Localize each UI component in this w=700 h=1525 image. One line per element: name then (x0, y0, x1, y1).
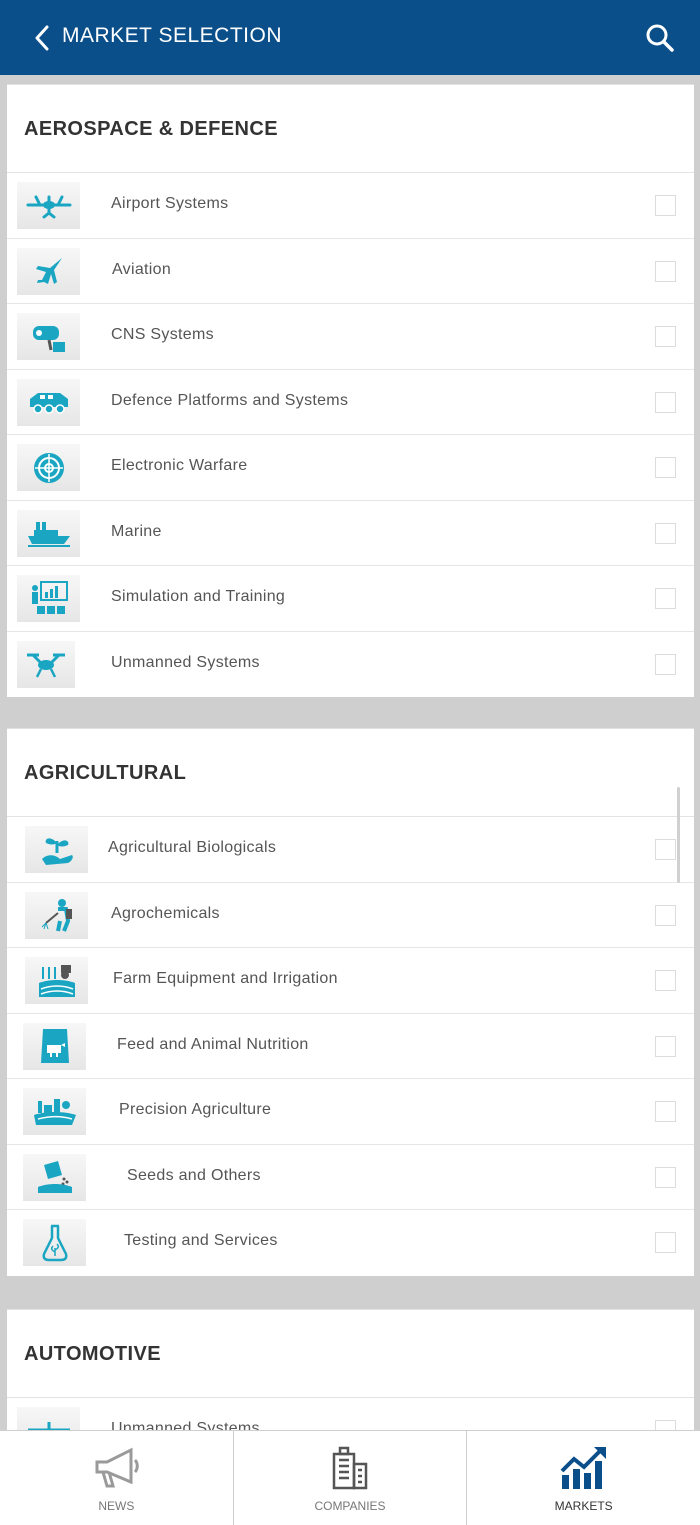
section-title: AEROSPACE & DEFENCE (24, 118, 278, 140)
market-row-testing-services[interactable]: Testing and Services (7, 1210, 694, 1276)
farm-field-icon (23, 1088, 86, 1135)
section-title: AUTOMOTIVE (24, 1343, 161, 1365)
market-row-automotive-unmanned[interactable]: Unmanned Systems (7, 1398, 694, 1430)
market-label: Seeds and Others (127, 1166, 261, 1184)
section-header: AEROSPACE & DEFENCE (7, 85, 694, 173)
market-label: Testing and Services (124, 1232, 278, 1249)
market-label: Electronic Warfare (111, 457, 248, 474)
app-bar: MARKET SELECTION (0, 0, 700, 75)
market-checkbox[interactable] (655, 522, 676, 544)
market-label: Farm Equipment and Irrigation (113, 970, 338, 987)
armored-vehicle-icon (17, 378, 80, 426)
chart-up-icon (556, 1443, 612, 1493)
scrollbar[interactable] (677, 787, 680, 883)
section-header: AUTOMOTIVE (7, 1310, 694, 1398)
building-icon (322, 1443, 378, 1493)
market-checkbox[interactable] (655, 1420, 676, 1430)
market-row-defence-platforms[interactable]: Defence Platforms and Systems (7, 370, 694, 435)
page-title: MARKET SELECTION (62, 24, 282, 47)
seeds-icon (23, 1153, 86, 1201)
market-checkbox[interactable] (655, 326, 676, 347)
market-label: Precision Agriculture (119, 1101, 272, 1118)
market-checkbox[interactable] (655, 457, 676, 478)
market-checkbox[interactable] (655, 1101, 676, 1122)
presentation-icon (17, 575, 80, 622)
market-checkbox[interactable] (655, 839, 676, 860)
market-label: Airport Systems (111, 195, 229, 212)
megaphone-icon (88, 1443, 144, 1493)
market-checkbox[interactable] (655, 970, 676, 991)
market-row-unmanned-systems[interactable]: Unmanned Systems (7, 632, 694, 698)
market-checkbox[interactable] (655, 588, 676, 609)
market-row-agricultural-biologicals[interactable]: Agricultural Biologicals (7, 817, 694, 883)
ship-icon (17, 509, 80, 557)
market-label: Aviation (112, 260, 172, 278)
radar-camera-icon (17, 313, 80, 360)
market-row-electronic-warfare[interactable]: Electronic Warfare (7, 435, 694, 501)
market-label: Marine (111, 522, 162, 540)
market-row-aviation[interactable]: Aviation (7, 239, 694, 304)
market-label: Agrochemicals (111, 904, 220, 922)
market-checkbox[interactable] (655, 904, 676, 926)
market-checkbox[interactable] (655, 260, 676, 282)
section-aerospace-defence: AEROSPACE & DEFENCE Airport Systems Avia… (7, 84, 694, 697)
tab-label: COMPANIES (314, 1499, 386, 1513)
flask-icon (23, 1219, 86, 1266)
market-label: Unmanned Systems (111, 653, 260, 671)
tractor-icon (25, 957, 88, 1004)
tab-markets[interactable]: MARKETS (467, 1431, 700, 1525)
market-checkbox[interactable] (655, 195, 676, 216)
market-checkbox[interactable] (655, 391, 676, 413)
market-label: Unmanned Systems (111, 1420, 260, 1430)
market-checkbox[interactable] (655, 1035, 676, 1057)
section-agricultural: AGRICULTURAL Agricultural Biologicals Ag… (7, 728, 694, 1276)
airplane-icon (17, 182, 80, 229)
market-label: Defence Platforms and Systems (111, 391, 349, 409)
sprayer-person-icon (25, 891, 88, 939)
market-checkbox[interactable] (655, 653, 676, 675)
market-list[interactable]: AEROSPACE & DEFENCE Airport Systems Avia… (0, 75, 700, 1430)
market-row-precision-agriculture[interactable]: Precision Agriculture (7, 1079, 694, 1145)
market-label: Simulation and Training (111, 588, 286, 605)
target-icon (17, 444, 80, 491)
market-label: Agricultural Biologicals (108, 839, 277, 856)
drone-icon (17, 640, 75, 688)
market-row-marine[interactable]: Marine (7, 501, 694, 566)
market-row-simulation-training[interactable]: Simulation and Training (7, 566, 694, 632)
fighter-jet-icon (17, 247, 80, 295)
tab-label: NEWS (98, 1499, 135, 1513)
market-row-seeds-others[interactable]: Seeds and Others (7, 1145, 694, 1210)
plant-hand-icon (25, 826, 88, 873)
market-row-agrochemicals[interactable]: Agrochemicals (7, 883, 694, 948)
bottom-tab-bar: NEWS COMPANIES MARKETS (0, 1430, 700, 1525)
feed-bag-icon (23, 1022, 86, 1070)
market-label: CNS Systems (111, 326, 214, 343)
section-automotive: AUTOMOTIVE Unmanned Systems (7, 1309, 694, 1430)
section-title: AGRICULTURAL (24, 762, 187, 784)
market-row-cns-systems[interactable]: CNS Systems (7, 304, 694, 370)
search-icon[interactable] (640, 18, 680, 58)
airplane-icon (17, 1407, 80, 1430)
market-row-feed-animal-nutrition[interactable]: Feed and Animal Nutrition (7, 1014, 694, 1079)
chevron-left-icon[interactable] (28, 22, 56, 54)
market-row-farm-equipment[interactable]: Farm Equipment and Irrigation (7, 948, 694, 1014)
market-checkbox[interactable] (655, 1232, 676, 1253)
section-header: AGRICULTURAL (7, 729, 694, 817)
tab-news[interactable]: NEWS (0, 1431, 234, 1525)
tab-companies[interactable]: COMPANIES (234, 1431, 468, 1525)
tab-label: MARKETS (554, 1499, 613, 1513)
market-row-airport-systems[interactable]: Airport Systems (7, 173, 694, 239)
market-label: Feed and Animal Nutrition (117, 1035, 309, 1053)
market-checkbox[interactable] (655, 1166, 676, 1188)
